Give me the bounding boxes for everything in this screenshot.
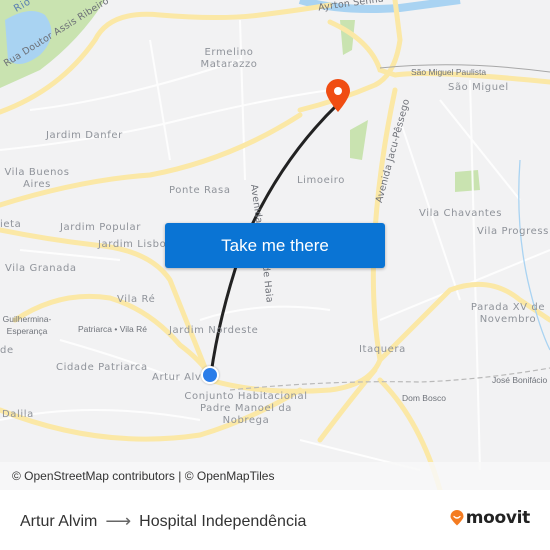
map-label: Dom Bosco <box>402 393 446 403</box>
attribution-text[interactable]: © OpenStreetMap contributors | © OpenMap… <box>12 469 274 483</box>
map-label: Vila Chavantes <box>419 208 502 219</box>
park-area <box>455 170 480 192</box>
map-label: Itaquera <box>359 344 406 355</box>
map-label: ieta <box>0 219 22 230</box>
map-label: Vila Progress <box>477 226 549 237</box>
map-label: Guilhermina-Esperança <box>2 314 52 336</box>
map-label: de <box>0 345 14 356</box>
map-attribution: © OpenStreetMap contributors | © OpenMap… <box>0 462 550 490</box>
map-label: Dalila <box>2 409 34 420</box>
map-label: Artur Alv <box>152 372 202 383</box>
origin-marker[interactable] <box>201 366 219 384</box>
origin-name: Artur Alvim <box>20 512 98 530</box>
destination-name: Hospital Independência <box>139 512 307 530</box>
map-label: Cidade Patriarca <box>56 362 148 373</box>
map-label: José Bonifácio <box>492 375 548 385</box>
arrow-right-icon: ⟶ <box>105 511 132 531</box>
footer-bar: Artur Alvim ⟶ Hospital Independência moo… <box>0 490 550 550</box>
map-label: Conjunto Habitacional Padre Manoel da No… <box>184 391 308 426</box>
moovit-logo[interactable]: moovit <box>450 508 530 528</box>
park-area <box>350 120 368 160</box>
map-label: Jardim Nordeste <box>169 325 259 336</box>
moovit-wordmark: moovit <box>465 508 531 528</box>
map-label: Jardim Danfer <box>46 130 123 141</box>
map-label: São Miguel Paulista <box>411 67 487 77</box>
destination-pin-icon[interactable] <box>325 79 351 113</box>
map-label: Patriarca • Vila Ré <box>78 324 147 334</box>
map-label: Parada XV de Novembro <box>470 302 546 325</box>
map-label: Limoeiro <box>297 175 345 186</box>
map-label: Vila Ré <box>117 294 156 305</box>
map-view[interactable]: Rio Ayrton Senna Rua Doutor Assis Ribeir… <box>0 0 550 490</box>
map-label: Vila Granada <box>5 263 77 274</box>
moovit-pin-icon <box>450 510 464 526</box>
map-label: Vila Buenos Aires <box>4 167 70 190</box>
map-label: Jardim Lisbo <box>98 239 167 250</box>
map-label: Ermelino Matarazzo <box>200 47 258 70</box>
map-label: São Miguel <box>448 82 509 93</box>
take-me-there-button[interactable]: Take me there <box>165 223 385 268</box>
route-summary: Artur Alvim ⟶ Hospital Independência <box>20 511 306 532</box>
map-label: Jardim Popular <box>60 222 141 233</box>
map-label: Ponte Rasa <box>169 185 231 196</box>
